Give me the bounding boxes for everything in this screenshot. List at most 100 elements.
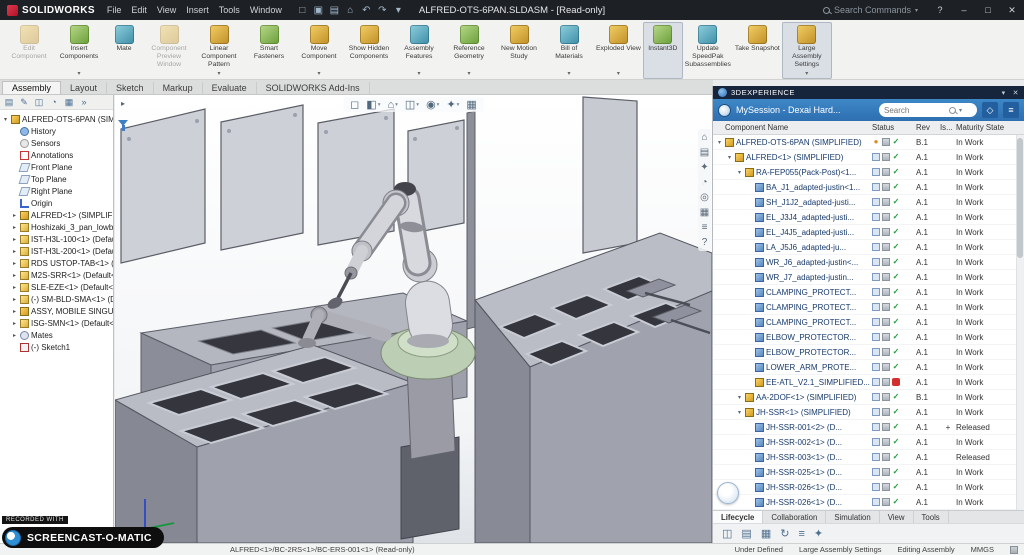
- expand-icon[interactable]: ▸: [11, 212, 18, 219]
- commandmanager-tab[interactable]: Evaluate: [203, 82, 257, 94]
- hide-show-icon[interactable]: ◉▾: [426, 98, 439, 111]
- expand-icon[interactable]: ▾: [736, 409, 743, 416]
- ribbon-button[interactable]: Large Assembly Settings ▾: [782, 22, 832, 79]
- toolbar-options-icon[interactable]: ▾: [391, 5, 406, 16]
- feature-tree-item[interactable]: ▸ Mates: [0, 329, 113, 341]
- ribbon-button[interactable]: Mate: [104, 22, 144, 79]
- help-icon[interactable]: ?: [699, 237, 710, 248]
- scrollbar-thumb[interactable]: [1017, 138, 1023, 258]
- expand-icon[interactable]: ▾: [2, 116, 9, 123]
- commandmanager-tab[interactable]: SOLIDWORKS Add-Ins: [257, 82, 370, 94]
- feature-tree-item[interactable]: ▸ ALFRED<1> (SIMPLIFIED<Di: [0, 209, 113, 221]
- close-button[interactable]: ✕: [1000, 0, 1024, 20]
- component-row[interactable]: ▾ ALFRED-OTS-6PAN (SIMPLIFIED) B.1 In Wo…: [713, 135, 1024, 150]
- open-file-icon[interactable]: ▣: [311, 5, 326, 16]
- feature-tree-item[interactable]: Top Plane: [0, 173, 113, 185]
- selection-filter-icon[interactable]: [118, 120, 128, 132]
- zoom-fit-icon[interactable]: ◻: [350, 98, 359, 111]
- component-search-input[interactable]: [884, 106, 946, 115]
- ribbon-button[interactable]: Bill of Materials ▾: [544, 22, 594, 79]
- compass-button[interactable]: [717, 482, 739, 504]
- component-row[interactable]: ▾ JH-SSR<1> (SIMPLIFIED) A.1 In Work: [713, 405, 1024, 420]
- actions-icon[interactable]: ✦: [814, 527, 823, 540]
- expand-icon[interactable]: ▸: [11, 272, 18, 279]
- feature-tree-item[interactable]: Right Plane: [0, 185, 113, 197]
- column-component-name[interactable]: Component Name: [713, 123, 872, 132]
- chevron-down-icon[interactable]: ▾: [959, 107, 962, 114]
- view-orientation-icon[interactable]: ⌂▾: [387, 99, 397, 111]
- ribbon-button[interactable]: Move Component ▾: [294, 22, 344, 79]
- redo-icon[interactable]: ↷: [375, 5, 390, 16]
- component-row[interactable]: ▾ AA-2DOF<1> (SIMPLIFIED) B.1 In Work: [713, 390, 1024, 405]
- expand-icon[interactable]: ▸: [11, 236, 18, 243]
- expand-icon[interactable]: ▸: [11, 224, 18, 231]
- expand-icon[interactable]: ▸: [11, 248, 18, 255]
- lifecycle-icon[interactable]: ◔: [699, 177, 710, 188]
- home-icon[interactable]: ⌂: [699, 132, 710, 143]
- maximize-button[interactable]: □: [976, 0, 1000, 20]
- component-row[interactable]: EL_J3J4_adapted-justi... A.1 In Work: [713, 210, 1024, 225]
- expand-icon[interactable]: ▾: [736, 169, 743, 176]
- feature-tree-item[interactable]: ▸ RDS USTOP-TAB<1> (Default<Dis: [0, 257, 113, 269]
- commandmanager-tab[interactable]: Markup: [154, 82, 203, 94]
- display-manager-tab-icon[interactable]: ▦: [63, 97, 75, 108]
- component-row[interactable]: CLAMPING_PROTECT... A.1 In Work: [713, 285, 1024, 300]
- refresh-icon[interactable]: ↻: [780, 527, 789, 540]
- feature-tree-item[interactable]: ▸ Hoshizaki_3_pan_lowboy-2020121: [0, 221, 113, 233]
- menu-item[interactable]: Edit: [126, 5, 152, 15]
- expand-icon[interactable]: ▾: [716, 139, 723, 146]
- feature-tree-item[interactable]: Origin: [0, 197, 113, 209]
- feature-tree-item[interactable]: (-) Sketch1: [0, 341, 113, 353]
- feature-tree-item[interactable]: Front Plane: [0, 161, 113, 173]
- component-row[interactable]: EL_J4J5_adapted-justi... A.1 In Work: [713, 225, 1024, 240]
- component-row[interactable]: JH-SSR-026<1> (D... A.1 In Work: [713, 480, 1024, 495]
- feature-tree-item[interactable]: ▸ IST-H3L-100<1> (Default<Display: [0, 233, 113, 245]
- component-row[interactable]: BA_J1_adapted-justin<1... A.1 In Work: [713, 180, 1024, 195]
- graphics-viewport[interactable]: ◻ ◧▾ ⌂▾ ◫▾ ◉▾ ✦▾ ▦ ▸ ⌂ ▤ ✦ ◔ ◎ ▦ ≡ ?: [115, 95, 712, 543]
- save-icon[interactable]: ▤: [327, 5, 342, 16]
- panel-menu-button[interactable]: ≡: [1003, 102, 1019, 118]
- feature-tree-item[interactable]: ▸ SLE-EZE<1> (Default<Display S: [0, 281, 113, 293]
- feature-tree-item[interactable]: ▸ IST-H3L-200<1> (Default<Displa: [0, 245, 113, 257]
- component-row[interactable]: ▾ RA-FEP055(Pack-Post)<1... A.1 In Work: [713, 165, 1024, 180]
- ribbon-button[interactable]: Insert Components ▾: [54, 22, 104, 79]
- property-manager-tab-icon[interactable]: ✎: [18, 97, 30, 108]
- feature-tree-item[interactable]: ▸ (-) SM-BLD-SMA<1> (Default<Disp: [0, 293, 113, 305]
- commandmanager-tab[interactable]: Sketch: [107, 82, 154, 94]
- component-row[interactable]: CLAMPING_PROTECT... A.1 In Work: [713, 300, 1024, 315]
- component-row[interactable]: EE-ATL_V2.1_SIMPLIFIED... A.1 In Work: [713, 375, 1024, 390]
- expand-tabs-icon[interactable]: »: [78, 97, 90, 107]
- component-row[interactable]: WR_J6_adapted-justin<... A.1 In Work: [713, 255, 1024, 270]
- experience-tab[interactable]: View: [880, 511, 914, 523]
- viewport-3d-scene[interactable]: [115, 95, 712, 543]
- compass-icon[interactable]: [718, 104, 731, 117]
- component-row[interactable]: JH-SSR-003<1> (D... A.1 Released: [713, 450, 1024, 465]
- component-row[interactable]: JH-SSR-026<1> (D... A.1 In Work: [713, 495, 1024, 510]
- feature-tree-item[interactable]: ▸ ISG-SMN<1> (Default<Display Sta: [0, 317, 113, 329]
- display-style-icon[interactable]: ◫▾: [405, 98, 419, 111]
- column-maturity[interactable]: Maturity State: [956, 123, 1016, 132]
- section-view-icon[interactable]: ◧▾: [366, 98, 380, 111]
- expand-icon[interactable]: ▸: [11, 296, 18, 303]
- table-icon[interactable]: ▤: [741, 527, 751, 540]
- ribbon-button[interactable]: Take Snapshot: [733, 22, 782, 79]
- menu-item[interactable]: Tools: [214, 5, 245, 15]
- experience-tab[interactable]: Simulation: [826, 511, 879, 523]
- apps-icon[interactable]: ▦: [699, 207, 710, 218]
- tag-button[interactable]: ◇: [982, 102, 998, 118]
- expand-icon[interactable]: ▸: [11, 284, 18, 291]
- expand-icon[interactable]: ▸: [11, 320, 18, 327]
- undo-icon[interactable]: ↶: [359, 5, 374, 16]
- component-row[interactable]: ELBOW_PROTECTOR... A.1 In Work: [713, 345, 1024, 360]
- scrollbar[interactable]: [1016, 135, 1024, 510]
- feature-tree-item[interactable]: Annotations: [0, 149, 113, 161]
- column-rev[interactable]: Rev: [916, 123, 940, 132]
- component-row[interactable]: ▾ ALFRED<1> (SIMPLIFIED) A.1 In Work: [713, 150, 1024, 165]
- ribbon-button[interactable]: Edit Component: [4, 22, 54, 79]
- ribbon-button[interactable]: Assembly Features ▾: [394, 22, 444, 79]
- feature-tree-item[interactable]: ▸ ASSY, MOBILE SINGULATOR<1: [0, 305, 113, 317]
- ribbon-button[interactable]: New Motion Study: [494, 22, 544, 79]
- minimize-button[interactable]: –: [952, 0, 976, 20]
- commandmanager-tab[interactable]: Assembly: [2, 81, 61, 94]
- units-icon[interactable]: [1010, 546, 1018, 554]
